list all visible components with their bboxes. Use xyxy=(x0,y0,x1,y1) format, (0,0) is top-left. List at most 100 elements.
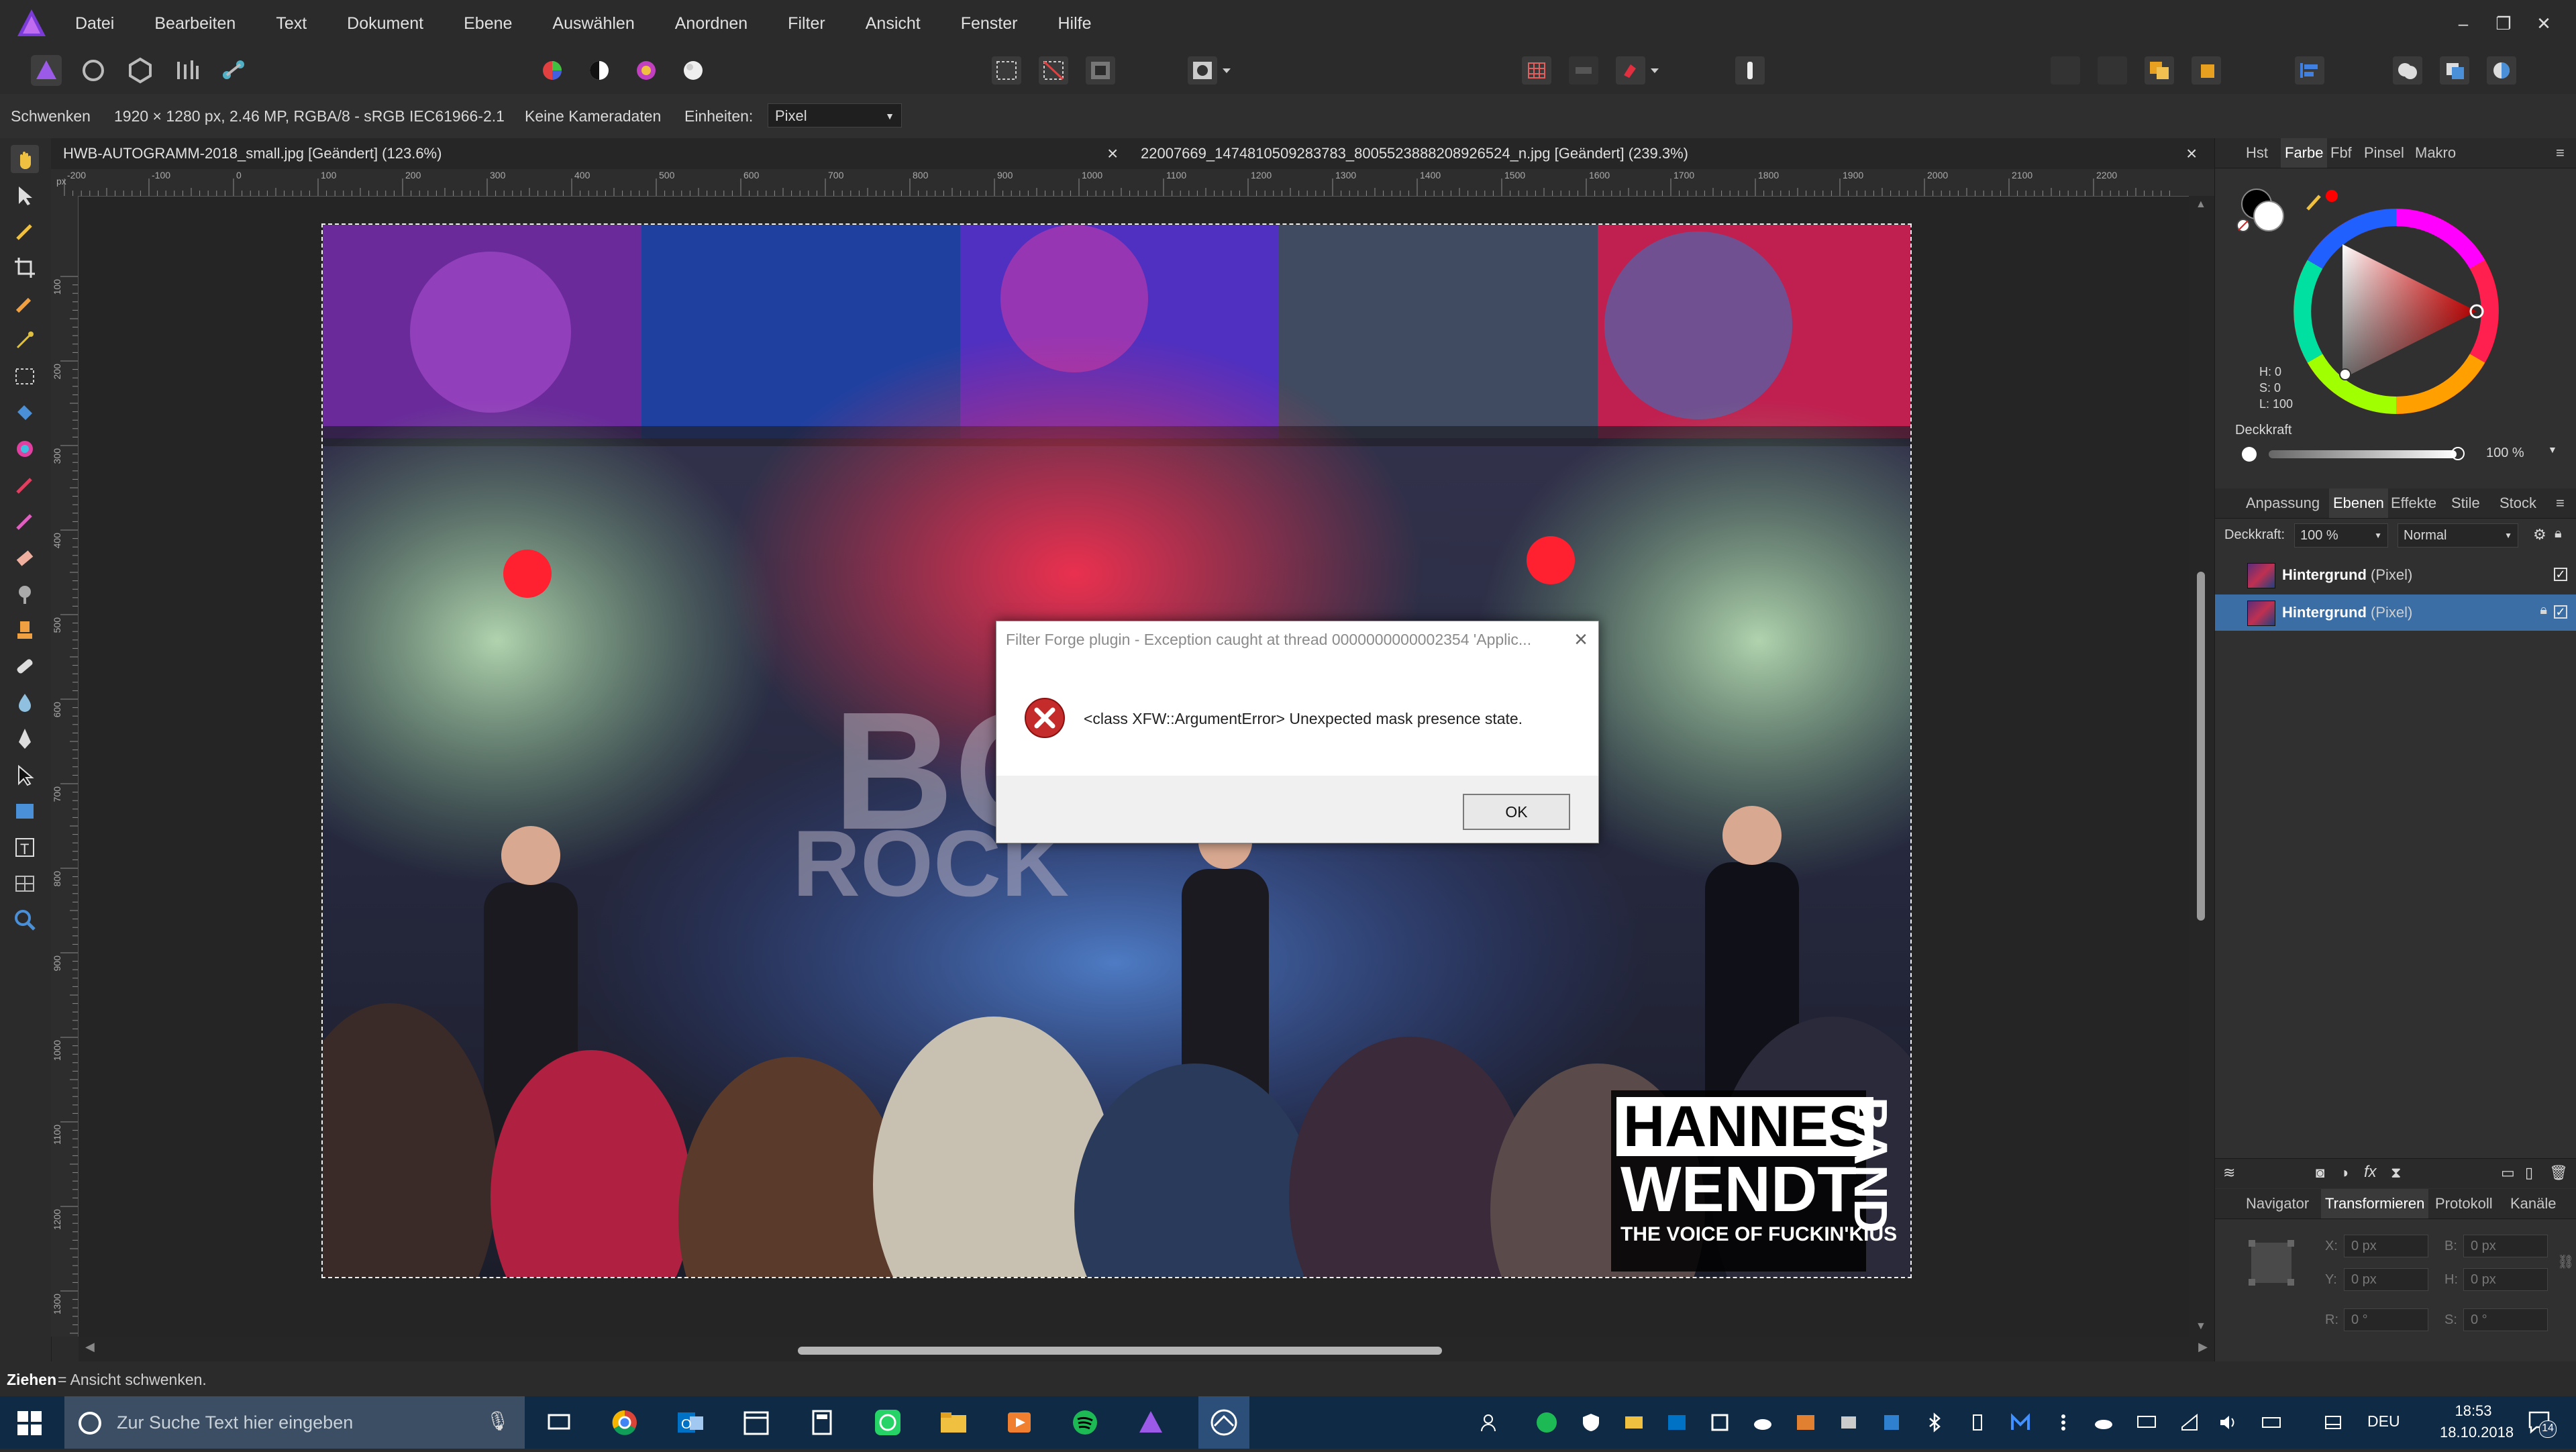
units-select[interactable]: Pixel ▼ xyxy=(768,103,902,127)
affinity-photo-taskbar-icon[interactable] xyxy=(1137,1408,1165,1437)
snapping-dropdown-icon[interactable] xyxy=(1647,55,1663,86)
wifi-icon[interactable] xyxy=(2179,1412,2200,1433)
tab-effekte[interactable]: Effekte xyxy=(2391,488,2436,518)
tone-mapping-persona-icon[interactable] xyxy=(172,55,203,86)
app3-tray-icon[interactable] xyxy=(1882,1412,1902,1433)
cloud-tray-icon[interactable] xyxy=(1753,1412,1773,1433)
tab-fbf[interactable]: Fbf xyxy=(2330,138,2352,168)
menu-ansicht[interactable]: Ansicht xyxy=(866,0,921,47)
restore-button[interactable]: ❐ xyxy=(2483,3,2524,44)
align-icon[interactable] xyxy=(2295,56,2324,85)
minimize-button[interactable]: – xyxy=(2443,3,2483,44)
black-white-icon[interactable] xyxy=(584,55,615,86)
snapping-off-icon[interactable] xyxy=(1569,56,1598,85)
fx-icon[interactable]: fx xyxy=(2364,1163,2377,1182)
ok-button[interactable]: OK xyxy=(1463,794,1570,830)
volume-icon[interactable] xyxy=(2218,1412,2238,1433)
export-persona-icon[interactable] xyxy=(219,55,250,86)
horizontal-scrollbar[interactable]: ◀ ▶ xyxy=(79,1337,2214,1361)
develop-persona-icon[interactable] xyxy=(125,55,156,86)
dialog-close-icon[interactable]: × xyxy=(1574,627,1588,653)
flood-select-tool-icon[interactable] xyxy=(11,326,39,354)
panel-menu-icon[interactable]: ≡ xyxy=(2556,488,2565,518)
deselect-icon[interactable] xyxy=(1039,56,1068,85)
menu-ebene[interactable]: Ebene xyxy=(464,0,512,47)
panel-menu-icon[interactable]: ≡ xyxy=(2556,138,2565,168)
more-tray-icon[interactable] xyxy=(2053,1412,2073,1433)
rotation-field[interactable]: 0 ° xyxy=(2344,1308,2428,1331)
mesh-warp-tool-icon[interactable] xyxy=(11,870,39,898)
tab-protokoll[interactable]: Protokoll xyxy=(2435,1189,2493,1218)
outlook-icon[interactable]: O xyxy=(676,1408,705,1437)
layer-opacity-select[interactable]: 100 % ▼ xyxy=(2294,523,2388,548)
mask-mode-icon[interactable] xyxy=(1188,56,1217,85)
spotify-tray-icon[interactable] xyxy=(1537,1412,1557,1433)
layer-visibility-checkbox[interactable]: ✓ xyxy=(2554,568,2567,581)
scroll-up-icon[interactable]: ▲ xyxy=(2196,199,2206,211)
mask-layer-icon[interactable]: ◙ xyxy=(2316,1164,2324,1182)
bluetooth-icon[interactable] xyxy=(1924,1412,1945,1433)
whatsapp-icon[interactable] xyxy=(874,1408,902,1437)
arrange-front-icon[interactable] xyxy=(2192,56,2221,85)
calculator-icon[interactable] xyxy=(808,1408,836,1437)
windows-start-icon[interactable] xyxy=(17,1411,42,1435)
app2-tray-icon[interactable] xyxy=(1839,1412,1859,1433)
file-explorer-icon[interactable] xyxy=(939,1408,968,1437)
spotify-icon[interactable] xyxy=(1071,1408,1099,1437)
close-button[interactable]: ✕ xyxy=(2524,3,2564,44)
boolean-intersect-icon[interactable] xyxy=(2487,56,2516,85)
mixer-brush-tool-icon[interactable] xyxy=(11,507,39,535)
display-tray-icon[interactable] xyxy=(2136,1412,2157,1433)
clone-tool-icon[interactable] xyxy=(11,616,39,644)
language-indicator[interactable]: DEU xyxy=(2367,1412,2400,1431)
live-filter-icon[interactable]: ⧗ xyxy=(2391,1164,2401,1182)
microphone-icon[interactable]: 🎙︎ xyxy=(486,1410,510,1432)
snapping-icon[interactable] xyxy=(1616,56,1645,85)
tab-transformieren[interactable]: Transformieren xyxy=(2321,1189,2429,1218)
folder-icon[interactable]: ▭ xyxy=(2501,1164,2515,1182)
chrome-icon[interactable] xyxy=(611,1408,639,1437)
invert-selection-icon[interactable] xyxy=(1086,56,1115,85)
erase-brush-tool-icon[interactable] xyxy=(11,543,39,572)
link-icon[interactable]: ⛓︎ xyxy=(2557,1253,2574,1270)
blur-tool-icon[interactable] xyxy=(11,688,39,717)
arrange-forward-icon[interactable] xyxy=(2145,56,2174,85)
taskbar-clock[interactable]: 18:53 18.10.2018 xyxy=(2440,1400,2514,1443)
photo-persona-icon[interactable] xyxy=(31,55,62,86)
hand-tool-icon[interactable] xyxy=(11,145,39,173)
outlook-tray-icon[interactable] xyxy=(1667,1412,1687,1433)
x-field[interactable]: 0 px xyxy=(2344,1235,2428,1257)
menu-fenster[interactable]: Fenster xyxy=(961,0,1018,47)
healing-tool-icon[interactable] xyxy=(11,652,39,680)
vertical-scrollbar-thumb[interactable] xyxy=(2197,572,2205,921)
opacity-dropdown-icon[interactable]: ▼ xyxy=(2548,444,2557,455)
node-tool-icon[interactable] xyxy=(11,761,39,789)
adjustment-layer-icon[interactable]: ◑ xyxy=(2340,1164,2349,1182)
boolean-subtract-icon[interactable] xyxy=(2440,56,2469,85)
tab-kanaele[interactable]: Kanäle xyxy=(2510,1189,2557,1218)
menu-text[interactable]: Text xyxy=(276,0,307,47)
malwarebytes-icon[interactable] xyxy=(2010,1412,2030,1433)
vertical-scrollbar[interactable]: ▲ ▼ xyxy=(2189,196,2214,1337)
fill-tool-icon[interactable] xyxy=(11,399,39,427)
security-tray-icon[interactable] xyxy=(1581,1412,1601,1433)
color-adjust-icon[interactable] xyxy=(537,55,568,86)
color-picker-tool-icon[interactable] xyxy=(11,217,39,246)
color-wheel[interactable] xyxy=(2289,204,2504,419)
horizontal-scrollbar-thumb[interactable] xyxy=(798,1347,1442,1355)
task-view-icon[interactable] xyxy=(545,1408,573,1437)
grid-icon[interactable] xyxy=(1522,56,1551,85)
menu-dokument[interactable]: Dokument xyxy=(347,0,423,47)
tab-navigator[interactable]: Navigator xyxy=(2246,1189,2309,1218)
text-tool-icon[interactable]: T xyxy=(11,833,39,862)
move-tool-icon[interactable] xyxy=(11,181,39,209)
scroll-right-icon[interactable]: ▶ xyxy=(2198,1340,2208,1354)
scroll-left-icon[interactable]: ◀ xyxy=(85,1340,95,1354)
arrange-backward-icon[interactable] xyxy=(2098,56,2127,85)
image-tray-icon[interactable] xyxy=(1796,1412,1816,1433)
taskbar-search-box[interactable]: Zur Suche Text hier eingeben 🎙︎ xyxy=(64,1396,525,1449)
calendar-icon[interactable] xyxy=(742,1408,770,1437)
opacity-slider-thumb[interactable] xyxy=(2451,447,2465,460)
y-field[interactable]: 0 px xyxy=(2344,1268,2428,1291)
notification-center-icon[interactable]: 14 xyxy=(2527,1410,2557,1438)
